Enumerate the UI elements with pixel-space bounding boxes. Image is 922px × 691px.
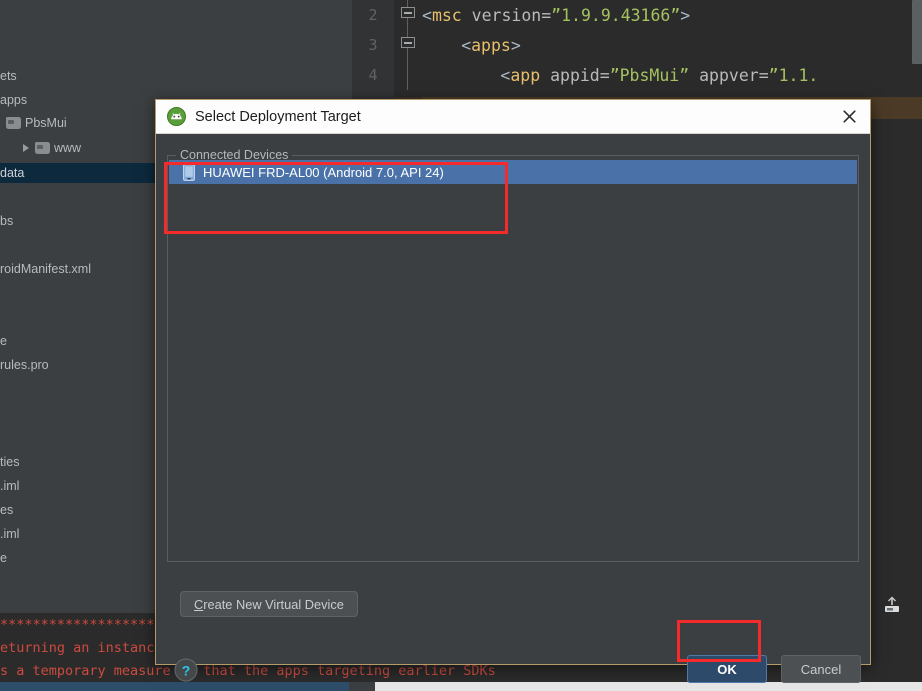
- dialog-title-text: Select Deployment Target: [195, 108, 361, 125]
- project-tree-item-label: www: [54, 141, 82, 155]
- device-list-item-label: HUAWEI FRD-AL00 (Android 7.0, API 24): [203, 164, 444, 180]
- code-fold-marker[interactable]: [394, 0, 422, 30]
- project-tree-item-label: .iml: [0, 527, 20, 541]
- select-deployment-target-dialog: Select Deployment Target Connected Devic…: [155, 99, 871, 683]
- phone-device-icon: [183, 163, 195, 181]
- project-tree-item-label: roidManifest.xml: [0, 262, 91, 276]
- help-question-icon[interactable]: ?: [173, 657, 199, 683]
- code-fold-marker[interactable]: [394, 60, 422, 90]
- code-text: <apps>: [461, 35, 521, 55]
- line-number: 3: [368, 36, 378, 54]
- project-tree-item[interactable]: ties: [0, 452, 19, 472]
- project-tree-item[interactable]: rules.pro: [0, 355, 49, 375]
- create-button-label-rest: reate New Virtual Device: [203, 596, 344, 612]
- code-text: <msc version=”1.9.9.43166”>: [422, 5, 691, 25]
- project-tree-item-label: e: [0, 551, 7, 565]
- project-tree-item[interactable]: PbsMui: [0, 113, 67, 133]
- project-tree-item-label: bs: [0, 214, 14, 228]
- project-tree-item-label: ets: [0, 69, 17, 83]
- android-head-icon: [167, 107, 186, 126]
- code-text: <app appid=”PbsMui” appver=”1.1.: [500, 65, 819, 85]
- project-tree-item[interactable]: www: [0, 138, 81, 158]
- connected-devices-group: Connected Devices HUAWEI FRD-AL00 (Andro…: [167, 148, 859, 562]
- ok-button[interactable]: OK: [687, 655, 767, 683]
- project-tree-item[interactable]: bs: [0, 211, 13, 231]
- line-number: 4: [368, 66, 378, 84]
- dialog-title-bar: Select Deployment Target: [156, 100, 870, 134]
- screen: 2 <msc version=”1.9.9.43166”> 3 <apps> 4 <app…: [0, 0, 922, 691]
- project-tree-item[interactable]: ets: [0, 66, 17, 86]
- project-tree-item-label: .iml: [0, 479, 20, 493]
- code-fold-marker[interactable]: [394, 30, 422, 60]
- create-new-virtual-device-button[interactable]: Create New Virtual Device: [180, 591, 358, 617]
- device-list-item[interactable]: HUAWEI FRD-AL00 (Android 7.0, API 24): [169, 160, 857, 184]
- project-tree-item[interactable]: e: [0, 548, 7, 568]
- chevron-right-icon[interactable]: [22, 143, 33, 154]
- horizontal-scrollbar-light-region: [375, 682, 922, 691]
- folder-icon: [35, 142, 50, 154]
- horizontal-scrollbar-thumb[interactable]: [0, 682, 349, 691]
- project-tree-item-label: apps: [0, 93, 28, 107]
- device-list[interactable]: HUAWEI FRD-AL00 (Android 7.0, API 24): [169, 160, 857, 560]
- project-tree-item[interactable]: e: [0, 331, 7, 351]
- project-tree-item[interactable]: apps: [0, 90, 27, 110]
- dialog-body: Connected Devices HUAWEI FRD-AL00 (Andro…: [156, 134, 870, 683]
- close-icon[interactable]: [836, 104, 862, 130]
- cancel-button[interactable]: Cancel: [781, 655, 861, 683]
- code-line: 4 <app appid=”PbsMui” appver=”1.1.: [352, 60, 922, 90]
- project-tree-item[interactable]: .iml: [0, 524, 19, 544]
- horizontal-scrollbar-track[interactable]: [0, 682, 922, 691]
- code-line: 2 <msc version=”1.9.9.43166”>: [352, 0, 922, 30]
- project-tree-item-label: PbsMui: [25, 116, 67, 130]
- folder-icon: [6, 117, 21, 129]
- project-tree-item[interactable]: es: [0, 500, 13, 520]
- project-tree-item[interactable]: roidManifest.xml: [0, 259, 91, 279]
- project-tree-item-label: es: [0, 503, 14, 517]
- project-tree-item-label: ties: [0, 455, 20, 469]
- editor-vertical-scrollbar[interactable]: [912, 0, 922, 64]
- project-tree-item-label: e: [0, 334, 7, 348]
- line-number: 2: [368, 6, 378, 24]
- svg-text:?: ?: [182, 663, 191, 679]
- create-button-mnemonic: C: [194, 596, 204, 612]
- project-tree-item[interactable]: .iml: [0, 476, 19, 496]
- console-line: eturning an instance o: [0, 639, 179, 656]
- project-tree-item-label: data: [0, 166, 25, 180]
- code-line: 3 <apps>: [352, 30, 922, 60]
- project-tree-item-label: rules.pro: [0, 358, 49, 372]
